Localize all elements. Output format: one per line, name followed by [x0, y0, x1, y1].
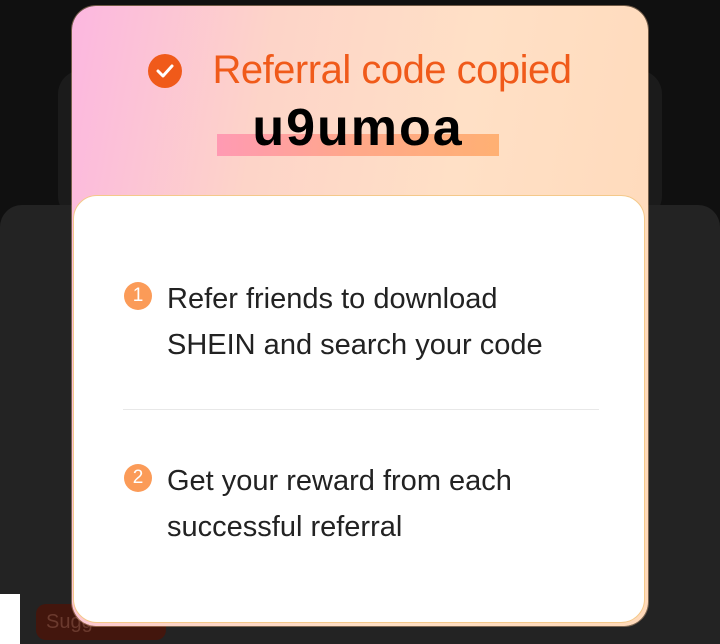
check-circle-icon [148, 53, 183, 88]
background-edge [0, 594, 20, 644]
step-number-badge: 2 [124, 464, 152, 492]
step-text: Get your reward from each successful ref… [167, 458, 512, 550]
step-text-line: Get your reward from each [167, 465, 512, 497]
step-text: Refer friends to download SHEIN and sear… [167, 276, 543, 368]
dialog-header: Referral code copied [72, 48, 648, 93]
instructions-card: 1 Refer friends to download SHEIN and se… [73, 195, 645, 623]
step-text-line: Refer friends to download [167, 283, 498, 315]
step-item-2: 2 Get your reward from each successful r… [124, 458, 594, 550]
referral-code-area: u9umoa [72, 99, 648, 158]
step-text-line: SHEIN and search your code [167, 329, 543, 361]
dialog-title: Referral code copied [212, 48, 572, 92]
referral-code-copied-dialog: Referral code copied u9umoa 1 Refer frie… [72, 6, 648, 626]
referral-code: u9umoa [252, 99, 464, 157]
referral-code-box: u9umoa [217, 99, 499, 158]
step-number-badge: 1 [124, 282, 152, 310]
divider [123, 409, 599, 410]
step-text-line: successful referral [167, 511, 403, 543]
step-item-1: 1 Refer friends to download SHEIN and se… [124, 276, 594, 368]
